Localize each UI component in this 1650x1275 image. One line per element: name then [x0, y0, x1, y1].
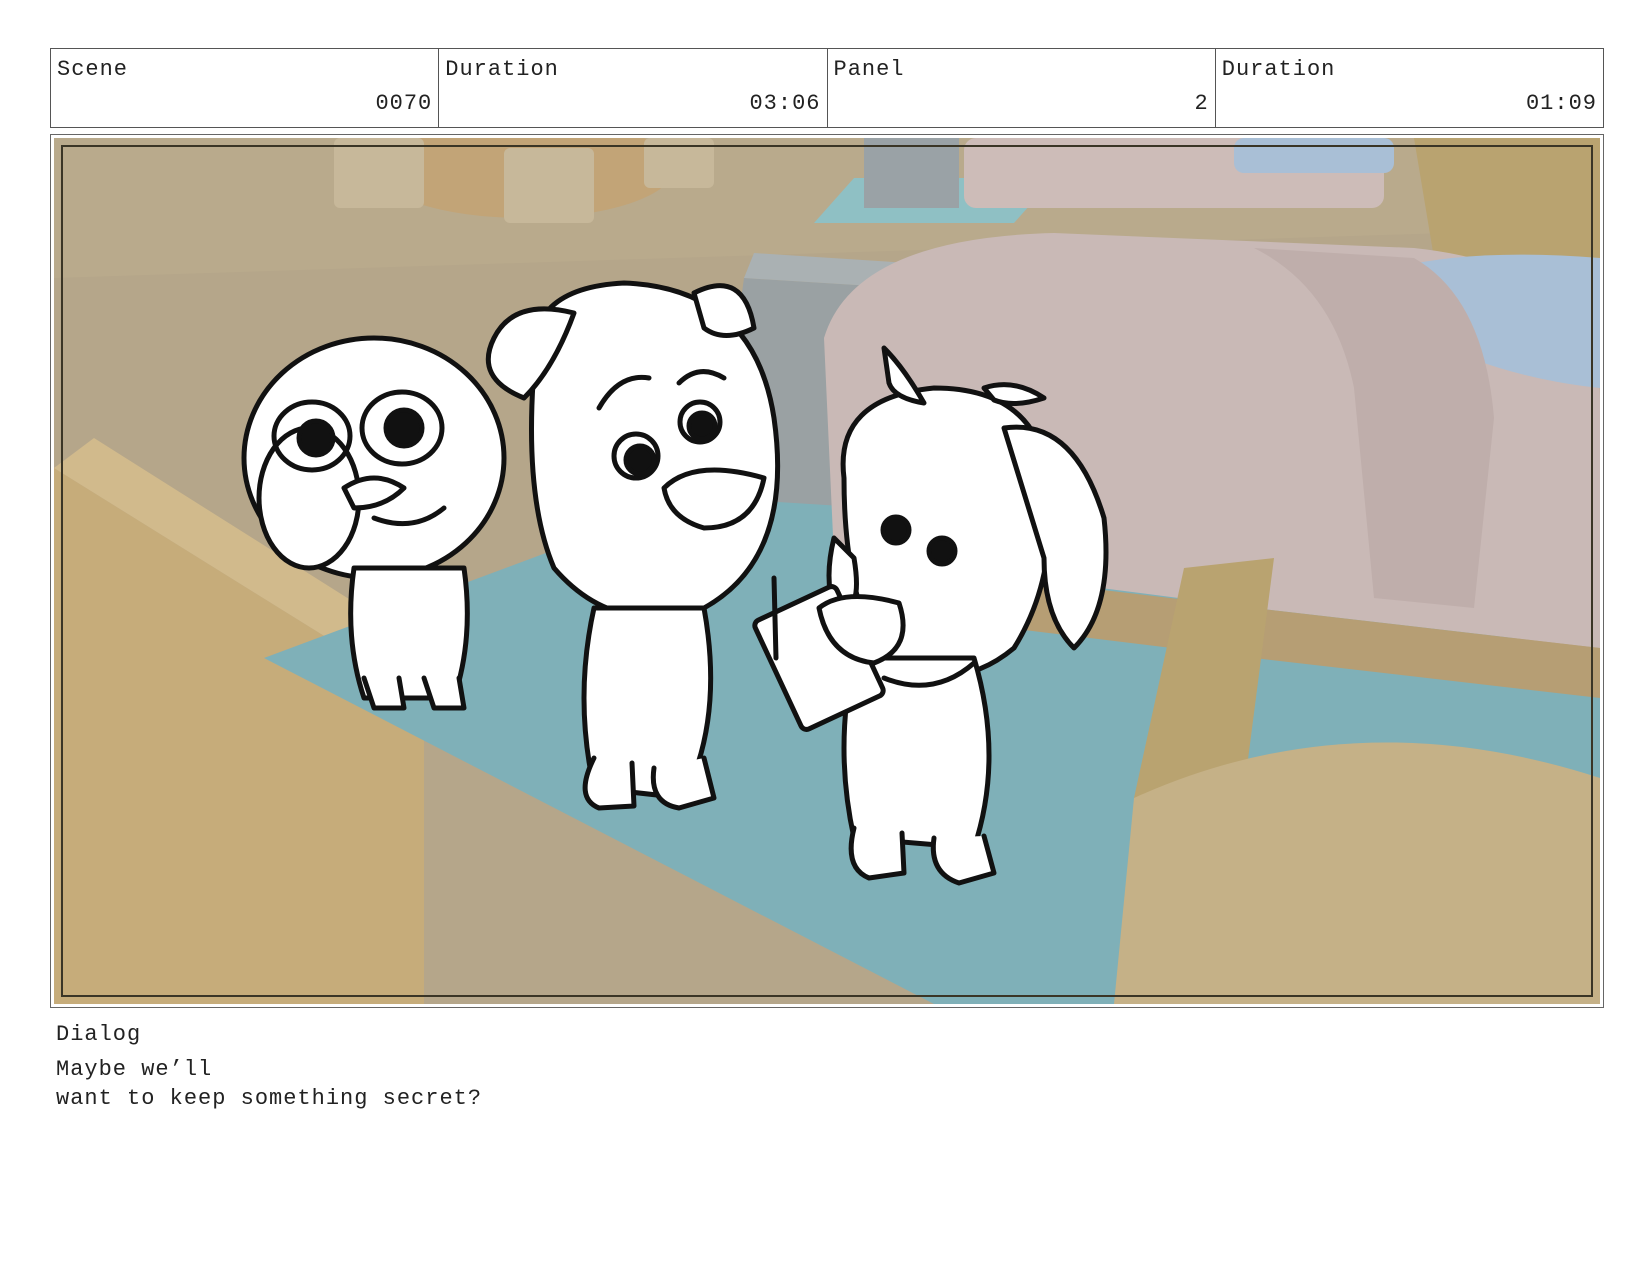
back-bed-pillow	[1234, 138, 1394, 173]
chair-1	[334, 138, 424, 208]
panel-duration-value: 01:09	[1525, 91, 1597, 116]
panel-number: 2	[1194, 91, 1209, 116]
storyboard-image	[54, 138, 1600, 1004]
scene-cell: Scene 0070	[51, 49, 440, 127]
dialog-label: Dialog	[56, 1022, 142, 1047]
panel-duration-label: Duration	[1221, 57, 1336, 82]
chair-2	[504, 148, 594, 223]
scene-label: Scene	[57, 57, 129, 82]
right-cabinet	[1414, 138, 1600, 258]
dialog-line-2: want to keep something secret?	[56, 1086, 483, 1111]
panel-duration-cell: Duration 01:09	[1216, 49, 1603, 127]
dialog-line-1: Maybe we’ll	[56, 1057, 213, 1082]
scene-duration-cell: Duration 03:06	[439, 49, 828, 127]
panel-label: Panel	[833, 57, 905, 82]
panel-cell: Panel 2	[828, 49, 1216, 127]
scene-duration-label: Duration	[445, 57, 559, 82]
scene-number: 0070	[375, 91, 433, 116]
storage-box	[864, 138, 959, 208]
scene-duration-value: 03:06	[749, 91, 821, 116]
storyboard-panel	[50, 134, 1604, 1008]
panel-header: Scene 0070 Duration 03:06 Panel 2 Durati…	[50, 48, 1604, 128]
foreground-chair-seat	[1114, 742, 1600, 1004]
